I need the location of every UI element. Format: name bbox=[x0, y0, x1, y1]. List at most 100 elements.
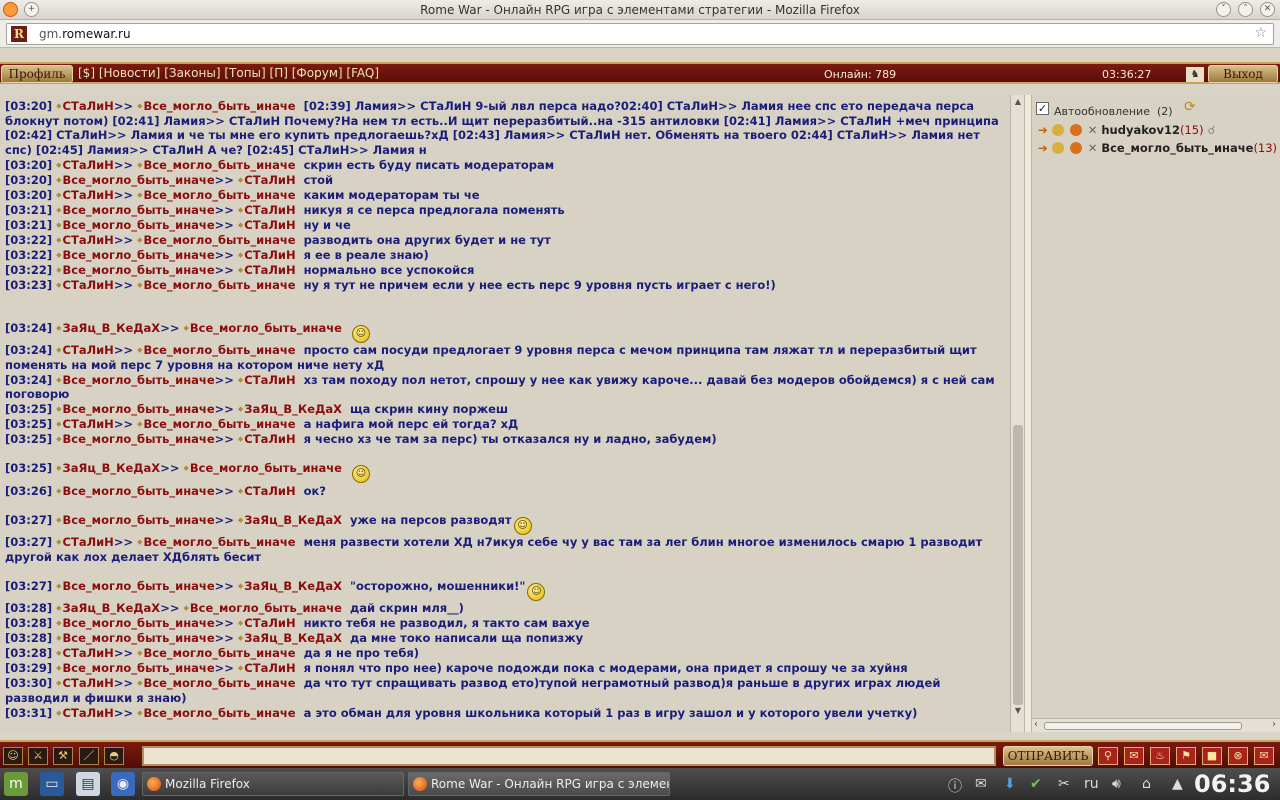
sender-name[interactable]: ЗаЯц_В_КеДаХ bbox=[56, 601, 160, 615]
download-tray-icon[interactable]: ⬇ bbox=[1004, 776, 1016, 792]
message-time[interactable]: [03:25] bbox=[5, 432, 52, 446]
sender-name[interactable]: СТаЛиН bbox=[56, 535, 114, 549]
message-time[interactable]: [03:27] bbox=[5, 579, 52, 593]
tray-expand-icon[interactable]: ▲ bbox=[1172, 776, 1183, 792]
profile-button[interactable]: Профиль bbox=[1, 65, 73, 83]
refresh-icon[interactable]: ⟳ bbox=[1184, 99, 1196, 115]
sender-name[interactable]: СТаЛиН bbox=[56, 188, 114, 202]
user-row[interactable]: ➔ ✕ hudyakov12(15) ☌ bbox=[1038, 123, 1215, 137]
sender-name[interactable]: ЗаЯц_В_КеДаХ bbox=[56, 321, 160, 335]
message-time[interactable]: [03:21] bbox=[5, 203, 52, 217]
message-time[interactable]: [03:29] bbox=[5, 661, 52, 675]
bookmark-star-icon[interactable]: ☆ bbox=[1254, 25, 1267, 41]
sender-name[interactable]: СТаЛиН bbox=[56, 646, 114, 660]
message-time[interactable]: [03:27] bbox=[5, 513, 52, 527]
recipient-name[interactable]: Все_могло_быть_иначе bbox=[137, 158, 295, 172]
recipient-name[interactable]: СТаЛиН bbox=[238, 263, 296, 277]
recipient-name[interactable]: СТаЛиН bbox=[238, 432, 296, 446]
sender-name[interactable]: Все_могло_быть_иначе bbox=[56, 616, 214, 630]
maximize-icon[interactable]: ˄ bbox=[1238, 2, 1253, 17]
recipient-name[interactable]: ЗаЯц_В_КеДаХ bbox=[238, 579, 342, 593]
recipient-name[interactable]: Все_могло_быть_иначе bbox=[137, 278, 295, 292]
sender-name[interactable]: Все_могло_быть_иначе bbox=[56, 248, 214, 262]
recipient-name[interactable]: СТаЛиН bbox=[238, 616, 296, 630]
message-time[interactable]: [03:28] bbox=[5, 646, 52, 660]
panel-divider[interactable] bbox=[1024, 95, 1032, 732]
inventory-icon[interactable]: ⚒ bbox=[53, 747, 73, 765]
recipient-name[interactable]: Все_могло_быть_иначе bbox=[137, 188, 295, 202]
recipient-name[interactable]: СТаЛиН bbox=[238, 373, 296, 387]
message-time[interactable]: [03:24] bbox=[5, 321, 52, 335]
recipient-name[interactable]: СТаЛиН bbox=[238, 173, 296, 187]
sender-name[interactable]: Все_могло_быть_иначе bbox=[56, 218, 214, 232]
nav-money[interactable]: [$] bbox=[78, 66, 95, 80]
private-arrow-icon[interactable]: ➔ bbox=[1038, 141, 1048, 155]
battle-icon[interactable]: ⚔ bbox=[28, 747, 48, 765]
sender-name[interactable]: СТаЛиН bbox=[56, 233, 114, 247]
message-time[interactable]: [03:26] bbox=[5, 484, 52, 498]
mail-icon[interactable]: ✉ bbox=[1254, 747, 1274, 765]
chat-scroll-thumb[interactable] bbox=[1013, 425, 1023, 705]
chat-message-input[interactable] bbox=[142, 746, 996, 766]
taskbar-item-firefox[interactable]: Mozilla Firefox bbox=[142, 772, 404, 796]
message-time[interactable]: [03:20] bbox=[5, 173, 52, 187]
recipient-name[interactable]: Все_могло_быть_иначе bbox=[183, 601, 341, 615]
message-time[interactable]: [03:21] bbox=[5, 218, 52, 232]
recipient-name[interactable]: Все_могло_быть_иначе bbox=[137, 676, 295, 690]
recipient-name[interactable]: СТаЛиН bbox=[238, 484, 296, 498]
message-time[interactable]: [03:24] bbox=[5, 343, 52, 357]
recipient-name[interactable]: Все_могло_быть_иначе bbox=[137, 99, 295, 113]
send-button[interactable]: ОТПРАВИТЬ bbox=[1003, 746, 1093, 766]
recipient-name[interactable]: Все_могло_быть_иначе bbox=[183, 321, 341, 335]
scroll-down-icon[interactable]: ▼ bbox=[1011, 706, 1025, 718]
message-time[interactable]: [03:28] bbox=[5, 631, 52, 645]
recipient-name[interactable]: Все_могло_быть_иначе bbox=[183, 461, 341, 475]
pot-icon[interactable]: ♨ bbox=[1150, 747, 1170, 765]
recipient-name[interactable]: Все_могло_быть_иначе bbox=[137, 233, 295, 247]
message-time[interactable]: [03:23] bbox=[5, 278, 52, 292]
message-time[interactable]: [03:30] bbox=[5, 676, 52, 690]
message-time[interactable]: [03:22] bbox=[5, 248, 52, 262]
sender-name[interactable]: Все_могло_быть_иначе bbox=[56, 402, 214, 416]
nav-faq[interactable]: [FAQ] bbox=[346, 66, 379, 80]
message-time[interactable]: [03:28] bbox=[5, 601, 52, 615]
sender-name[interactable]: Все_могло_быть_иначе bbox=[56, 432, 214, 446]
recipient-name[interactable]: СТаЛиН bbox=[238, 218, 296, 232]
users-hscroll-thumb[interactable] bbox=[1044, 722, 1242, 730]
search-icon[interactable]: ⚲ bbox=[1098, 747, 1118, 765]
recipient-name[interactable]: ЗаЯц_В_КеДаХ bbox=[238, 631, 342, 645]
recipient-name[interactable]: Все_могло_быть_иначе bbox=[137, 646, 295, 660]
message-time[interactable]: [03:22] bbox=[5, 263, 52, 277]
browser-launcher-icon[interactable]: ◉ bbox=[111, 772, 135, 796]
sender-name[interactable]: СТаЛиН bbox=[56, 706, 114, 720]
sender-name[interactable]: СТаЛиН bbox=[56, 158, 114, 172]
shield-tray-icon[interactable]: ✔ bbox=[1030, 776, 1042, 792]
sender-name[interactable]: Все_могло_быть_иначе bbox=[56, 484, 214, 498]
recipient-name[interactable]: СТаЛиН bbox=[238, 248, 296, 262]
show-desktop-icon[interactable]: ▭ bbox=[40, 772, 64, 796]
scroll-up-icon[interactable]: ▲ bbox=[1011, 97, 1025, 109]
private-arrow-icon[interactable]: ➔ bbox=[1038, 123, 1048, 137]
sender-name[interactable]: Все_могло_быть_иначе bbox=[56, 203, 214, 217]
close-icon[interactable]: ✕ bbox=[1260, 2, 1275, 17]
sender-name[interactable]: Все_могло_быть_иначе bbox=[56, 173, 214, 187]
sender-name[interactable]: Все_могло_быть_иначе bbox=[56, 513, 214, 527]
recipient-name[interactable]: ЗаЯц_В_КеДаХ bbox=[238, 402, 342, 416]
scroll-left-icon[interactable]: ‹ bbox=[1034, 719, 1038, 730]
auto-refresh-checkbox[interactable]: ✓ bbox=[1036, 102, 1049, 115]
scissors-tray-icon[interactable]: ✂ bbox=[1058, 776, 1070, 792]
sender-name[interactable]: Все_могло_быть_иначе bbox=[56, 263, 214, 277]
message-time[interactable]: [03:25] bbox=[5, 461, 52, 475]
message-time[interactable]: [03:25] bbox=[5, 402, 52, 416]
message-time[interactable]: [03:27] bbox=[5, 535, 52, 549]
network-icon[interactable]: ⌂ bbox=[1142, 776, 1151, 792]
sender-name[interactable]: Все_могло_быть_иначе bbox=[56, 579, 214, 593]
sender-name[interactable]: СТаЛиН bbox=[56, 417, 114, 431]
helmet-icon[interactable]: ◓ bbox=[104, 747, 124, 765]
horse-icon[interactable]: ♞ bbox=[1186, 67, 1204, 82]
nav-forum[interactable]: [Форум] bbox=[292, 66, 343, 80]
emoticons-icon[interactable]: ☺ bbox=[3, 747, 23, 765]
nav-news[interactable]: [Новости] bbox=[99, 66, 161, 80]
nav-tops[interactable]: [Топы] bbox=[224, 66, 265, 80]
nav-p[interactable]: [П] bbox=[270, 66, 288, 80]
